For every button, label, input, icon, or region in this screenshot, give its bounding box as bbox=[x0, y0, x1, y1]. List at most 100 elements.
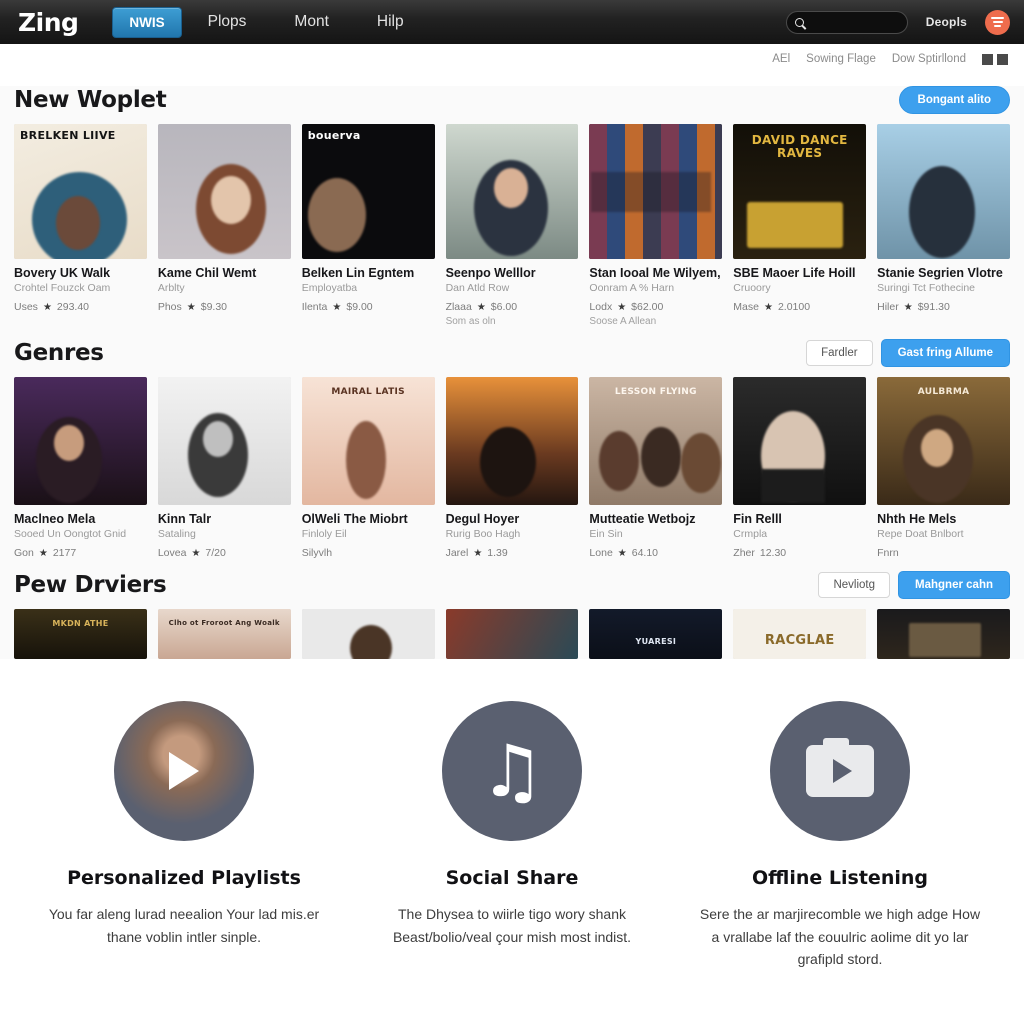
driver-card[interactable]: YUARESI bbox=[589, 609, 723, 659]
driver-card[interactable] bbox=[445, 609, 579, 659]
genre-artwork[interactable]: LESSON FLYING bbox=[589, 377, 723, 505]
section-primary-button[interactable]: Mahgner cahn bbox=[898, 571, 1010, 599]
album-subtitle: Employatba bbox=[301, 282, 358, 294]
search-input[interactable] bbox=[808, 16, 899, 28]
avatar[interactable] bbox=[985, 9, 1010, 35]
feature-title: Personalized Playlists bbox=[67, 867, 301, 889]
subbar-icon-group bbox=[982, 53, 1008, 65]
genre-card[interactable]: Maclneo Mela Sooed Un Oongtot Gnid Gon ★… bbox=[14, 377, 147, 559]
album-card[interactable]: BRELKEN LIIVE Bovery UK Walk Crohtel Fou… bbox=[14, 124, 147, 327]
section-primary-button[interactable]: Bongant alito bbox=[898, 86, 1010, 114]
driver-artwork[interactable]: YUARESI bbox=[589, 609, 723, 659]
genre-meta-label: Gon bbox=[14, 547, 34, 559]
driver-artwork[interactable] bbox=[445, 609, 579, 659]
driver-card[interactable]: MKDN ATHE bbox=[14, 609, 147, 659]
album-card[interactable]: Seenpo Welllor Dan Atld Row Zlaaa ★ $6.0… bbox=[445, 124, 579, 327]
album-artwork[interactable]: BRELKEN LIIVE bbox=[14, 124, 147, 259]
artwork-text: LESSON FLYING bbox=[614, 387, 697, 397]
genre-card[interactable]: Kinn Talr Sataling Lovea ★ 7/20 bbox=[157, 377, 291, 559]
album-artwork[interactable] bbox=[589, 124, 723, 259]
driver-artwork[interactable]: Clho ot Froroot Ang Woalk bbox=[157, 609, 291, 659]
nav-item-hilp[interactable]: Hilp bbox=[355, 6, 426, 38]
genre-meta-label: Fnrn bbox=[877, 547, 899, 559]
album-artwork[interactable]: bouerva bbox=[301, 124, 435, 259]
star-icon: ★ bbox=[186, 301, 196, 313]
grid-icon[interactable] bbox=[982, 53, 993, 65]
album-subtitle: Dan Atld Row bbox=[445, 282, 510, 294]
genre-title: Nhth He Mels bbox=[877, 512, 957, 526]
play-circle-icon[interactable] bbox=[114, 701, 254, 841]
genre-meta: Gon ★ 2177 bbox=[14, 547, 147, 559]
genre-artwork[interactable] bbox=[14, 377, 147, 505]
genre-card[interactable]: Degul Hoyer Rurig Boo Hagh Jarel ★ 1.39 bbox=[445, 377, 579, 559]
search-icon bbox=[794, 17, 804, 27]
genre-card[interactable]: AULBRMA Nhth He Mels Repe Doat Bnlbort F… bbox=[877, 377, 1010, 559]
album-card[interactable]: DAVID DANCE RAVES SBE Maoer Life Hoill C… bbox=[733, 124, 867, 327]
album-card[interactable]: Stan Iooal Me Wilyem, Oonram A % Harn Lo… bbox=[589, 124, 723, 327]
driver-card[interactable]: Clho ot Froroot Ang Woalk bbox=[157, 609, 291, 659]
album-title: Bovery UK Walk bbox=[14, 266, 111, 280]
features-section: Personalized Playlists You far aleng lur… bbox=[0, 659, 1024, 992]
genre-subtitle: Repe Doat Bnlbort bbox=[877, 528, 964, 540]
album-meta: Ilenta ★ $9.00 bbox=[302, 301, 435, 313]
genre-subtitle: Crmpla bbox=[733, 528, 768, 540]
genre-meta-label: Lone bbox=[589, 547, 613, 559]
driver-card[interactable] bbox=[877, 609, 1010, 659]
driver-card[interactable]: RACGLAE bbox=[733, 609, 867, 659]
genre-artwork[interactable] bbox=[157, 377, 291, 505]
subbar-item-sowing-flage[interactable]: Sowing Flage bbox=[806, 53, 876, 65]
section-actions: Bongant alito bbox=[898, 86, 1010, 114]
driver-artwork[interactable] bbox=[301, 609, 435, 659]
genre-artwork[interactable]: AULBRMA bbox=[877, 377, 1010, 505]
album-card[interactable]: Kame Chil Wemt Arblty Phos ★ $9.30 bbox=[157, 124, 291, 327]
section-title: Pew Drviers bbox=[14, 572, 167, 598]
genre-title: OlWeli The Miobrt bbox=[301, 512, 408, 526]
album-meta-label: Lodx bbox=[589, 301, 613, 313]
album-price: $91.30 bbox=[917, 301, 950, 313]
album-card[interactable]: bouerva Belken Lin Egntem Employatba Ile… bbox=[301, 124, 435, 327]
nav-item-plops[interactable]: Plops bbox=[186, 6, 269, 38]
driver-artwork[interactable]: MKDN ATHE bbox=[14, 609, 147, 659]
genre-card[interactable]: Fin Relll Crmpla Zher 12.30 bbox=[733, 377, 867, 559]
album-meta: Lodx ★ $62.00 bbox=[589, 301, 722, 313]
genre-card[interactable]: MAIRAL LATIS OlWeli The Miobrt Finloly E… bbox=[301, 377, 435, 559]
driver-artwork[interactable]: RACGLAE bbox=[733, 609, 867, 659]
search-box[interactable] bbox=[785, 10, 908, 34]
genre-price: 7/20 bbox=[205, 547, 226, 559]
driver-artwork[interactable] bbox=[877, 609, 1010, 659]
media-player-icon[interactable] bbox=[770, 701, 910, 841]
genre-title: Fin Relll bbox=[733, 512, 782, 526]
feature-text: Sere the ar marjirecomble we high adge H… bbox=[699, 906, 981, 968]
feature-social-share: ♫ Social Share The Dhysea to wiirle tigo… bbox=[358, 701, 666, 971]
album-card[interactable]: Stanie Segrien Vlotre Suringi Tct Fothec… bbox=[877, 124, 1010, 327]
genre-card[interactable]: LESSON FLYING Mutteatie Wetbojz Ein Sin … bbox=[589, 377, 723, 559]
album-artwork[interactable] bbox=[157, 124, 291, 259]
genre-subtitle: Sataling bbox=[157, 528, 196, 540]
user-menu-label[interactable]: Deopls bbox=[926, 15, 967, 29]
star-icon: ★ bbox=[473, 547, 483, 559]
genres-grid: Maclneo Mela Sooed Un Oongtot Gnid Gon ★… bbox=[14, 377, 1010, 559]
album-artwork[interactable]: DAVID DANCE RAVES bbox=[733, 124, 867, 259]
nav-item-nwis[interactable]: NWIS bbox=[112, 6, 182, 38]
brand-logo[interactable]: Zing bbox=[18, 8, 79, 37]
note-glyph: ♫ bbox=[479, 729, 545, 813]
section-secondary-button[interactable]: Nevliotg bbox=[818, 572, 891, 598]
album-subtitle: Arblty bbox=[157, 282, 185, 294]
main-content: New Woplet Bongant alito BRELKEN LIIVE B… bbox=[0, 86, 1024, 659]
album-artwork[interactable] bbox=[445, 124, 579, 259]
genre-artwork[interactable] bbox=[733, 377, 867, 505]
genre-artwork[interactable]: MAIRAL LATIS bbox=[301, 377, 435, 505]
album-artwork[interactable] bbox=[877, 124, 1010, 259]
subbar-item-ael[interactable]: AEl bbox=[772, 53, 790, 65]
music-note-icon[interactable]: ♫ bbox=[442, 701, 582, 841]
genre-artwork[interactable] bbox=[445, 377, 579, 505]
nav-item-mont[interactable]: Mont bbox=[272, 6, 350, 38]
subbar-item-dow-sptirllond[interactable]: Dow Sptirllond bbox=[892, 53, 966, 65]
section-header-genres: Genres Fardler Gast fring Allume bbox=[14, 339, 1010, 367]
section-secondary-button[interactable]: Fardler bbox=[806, 340, 873, 366]
avatar-bar-2 bbox=[992, 21, 1003, 23]
section-primary-button[interactable]: Gast fring Allume bbox=[880, 339, 1010, 367]
driver-card[interactable] bbox=[301, 609, 435, 659]
album-meta-label: Hiler bbox=[877, 301, 899, 313]
list-icon[interactable] bbox=[997, 53, 1008, 65]
